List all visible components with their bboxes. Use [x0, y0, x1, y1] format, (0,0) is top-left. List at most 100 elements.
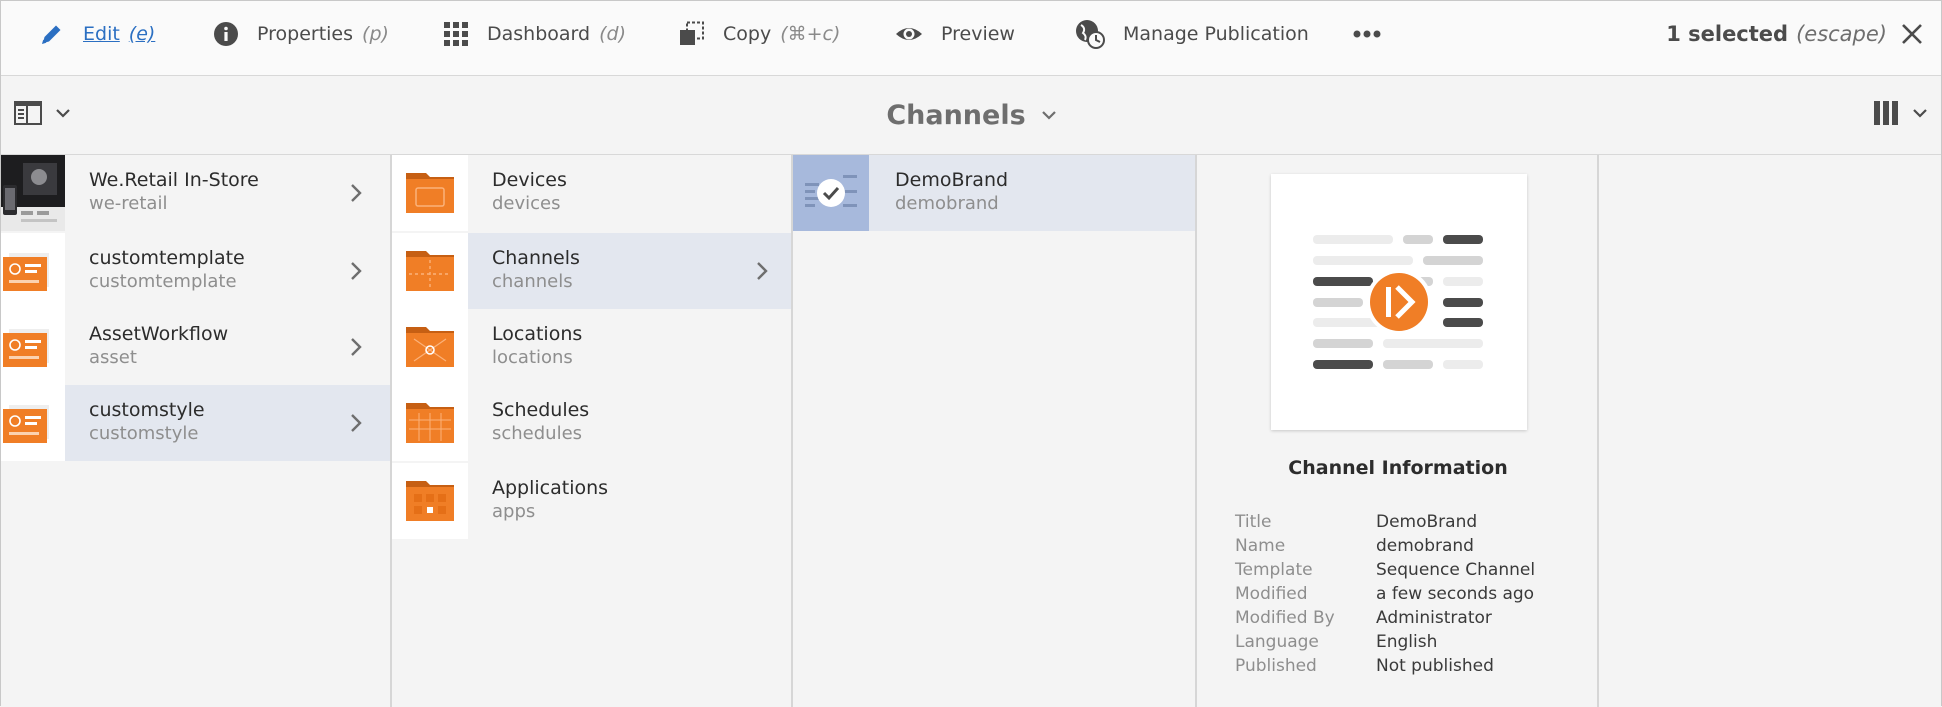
list-item-demobrand[interactable]: DemoBrand demobrand — [793, 155, 1195, 231]
manage-publication-label: Manage Publication — [1123, 23, 1309, 45]
assetworkflow-thumbnail — [1, 309, 65, 385]
list-item-subtitle: schedules — [492, 423, 583, 444]
column-view-icon — [1874, 101, 1898, 125]
list-item-subtitle: locations — [492, 347, 573, 368]
meta-key: Title — [1235, 512, 1272, 532]
list-item-subtitle: devices — [492, 193, 561, 214]
list-item-texts: Applications apps — [492, 476, 608, 524]
selection-status: 1 selected (escape) — [1666, 1, 1887, 67]
empty-column — [1599, 155, 1941, 707]
list-item-customtemplate[interactable]: customtemplate customtemplate — [1, 233, 390, 309]
list-item-title: Schedules — [492, 399, 590, 421]
title-dropdown[interactable]: Channels — [886, 99, 1056, 131]
locations-folder-thumbnail — [392, 309, 468, 385]
meta-row-name: Name demobrand — [1235, 534, 1535, 558]
list-item-subtitle: customtemplate — [89, 271, 237, 292]
meta-key: Name — [1235, 536, 1286, 556]
demobrand-thumbnail-selected — [793, 155, 869, 231]
meta-value: demobrand — [1376, 536, 1474, 556]
page-title: Channels — [1, 76, 1941, 154]
meta-row-published: Published Not published — [1235, 654, 1535, 678]
meta-value: a few seconds ago — [1376, 584, 1535, 604]
eye-icon — [896, 28, 922, 40]
list-item-texts: customtemplate customtemplate — [89, 246, 245, 294]
page-title-text: Channels — [886, 99, 1026, 131]
properties-shortcut: (p) — [362, 23, 389, 45]
title-bar: Channels — [1, 76, 1941, 155]
list-item-subtitle: channels — [492, 271, 573, 292]
rail-icon — [14, 101, 42, 125]
copy-button[interactable]: Copy (⌘+c) — [679, 1, 840, 67]
meta-value: DemoBrand — [1376, 512, 1478, 532]
list-item-title: We.Retail In-Store — [89, 169, 259, 191]
column-projects: We.Retail In-Store we-retail customtempl… — [1, 155, 392, 707]
chevron-right-icon — [351, 414, 362, 432]
chevron-down-icon — [1913, 108, 1927, 118]
list-item-title: Locations — [492, 323, 583, 345]
dashboard-button[interactable]: Dashboard (d) — [443, 1, 626, 67]
selection-shortcut: (escape) — [1796, 22, 1887, 46]
more-button[interactable] — [1353, 1, 1399, 67]
list-item-title: DemoBrand — [895, 169, 1009, 191]
properties-label: Properties — [257, 23, 354, 45]
meta-row-template: Template Sequence Channel — [1235, 558, 1535, 582]
copy-label: Copy — [723, 23, 772, 45]
chevron-right-icon — [351, 262, 362, 280]
list-item-texts: customstyle customstyle — [89, 398, 205, 446]
chevron-down-icon — [1041, 110, 1056, 120]
list-item-subtitle: we-retail — [89, 193, 168, 214]
chevron-right-icon — [351, 338, 362, 356]
info-icon — [214, 22, 238, 46]
list-item-we-retail[interactable]: We.Retail In-Store we-retail — [1, 155, 390, 231]
copy-icon — [680, 21, 704, 45]
manage-publication-button[interactable]: Manage Publication — [1075, 1, 1309, 67]
customstyle-thumbnail — [1, 385, 65, 461]
channel-preview-thumbnail — [1271, 174, 1527, 430]
globe-clock-icon — [1076, 20, 1105, 49]
list-item-texts: Channels channels — [492, 246, 580, 294]
rail-toggle-button[interactable] — [14, 101, 70, 125]
list-item-schedules[interactable]: Schedules schedules — [392, 385, 791, 461]
list-item-devices[interactable]: Devices devices — [392, 155, 791, 231]
meta-key: Template — [1235, 560, 1313, 580]
list-item-texts: AssetWorkflow asset — [89, 322, 228, 370]
list-item-subtitle: customstyle — [89, 423, 199, 444]
meta-value: Administrator — [1376, 608, 1492, 628]
list-item-texts: Schedules schedules — [492, 398, 589, 446]
list-item-applications[interactable]: Applications apps — [392, 463, 791, 539]
devices-folder-thumbnail — [392, 155, 468, 231]
clear-selection-button[interactable] — [1901, 23, 1923, 49]
list-item-subtitle: demobrand — [895, 193, 999, 214]
edit-label: Edit — [83, 23, 120, 45]
preview-button[interactable]: Preview — [895, 1, 1015, 67]
list-item-texts: Devices devices — [492, 168, 567, 216]
edit-shortcut: (e) — [128, 23, 156, 45]
list-item-subtitle: asset — [89, 347, 137, 368]
chevron-right-icon — [351, 184, 362, 202]
list-item-title: Applications — [492, 477, 609, 499]
edit-button[interactable]: Edit (e) — [39, 1, 155, 67]
view-switcher[interactable] — [1873, 100, 1927, 126]
properties-button[interactable]: Properties (p) — [213, 1, 389, 67]
meta-key: Modified By — [1235, 608, 1335, 628]
more-icon — [1353, 30, 1381, 38]
list-item-locations[interactable]: Locations locations — [392, 309, 791, 385]
channel-info-panel: Channel Information Title DemoBrand Name… — [1197, 155, 1599, 707]
list-item-customstyle[interactable]: customstyle customstyle — [1, 385, 390, 461]
schedules-folder-thumbnail — [392, 385, 468, 461]
meta-value: Not published — [1376, 656, 1494, 676]
channels-folder-thumbnail — [392, 233, 468, 309]
list-item-texts: DemoBrand demobrand — [895, 168, 1008, 216]
list-item-assetworkflow[interactable]: AssetWorkflow asset — [1, 309, 390, 385]
column-channels: DemoBrand demobrand — [793, 155, 1197, 707]
list-item-title: Devices — [492, 169, 567, 191]
meta-key: Language — [1235, 632, 1319, 652]
meta-value: Sequence Channel — [1376, 560, 1536, 580]
close-icon — [1902, 24, 1922, 44]
list-item-texts: Locations locations — [492, 322, 582, 370]
list-item-title: customstyle — [89, 399, 205, 421]
action-bar: Edit (e) Properties (p) Dashboard (d) Co… — [1, 1, 1941, 76]
list-item-channels[interactable]: Channels channels — [392, 233, 791, 309]
preview-label: Preview — [941, 23, 1015, 45]
customtemplate-thumbnail — [1, 233, 65, 309]
